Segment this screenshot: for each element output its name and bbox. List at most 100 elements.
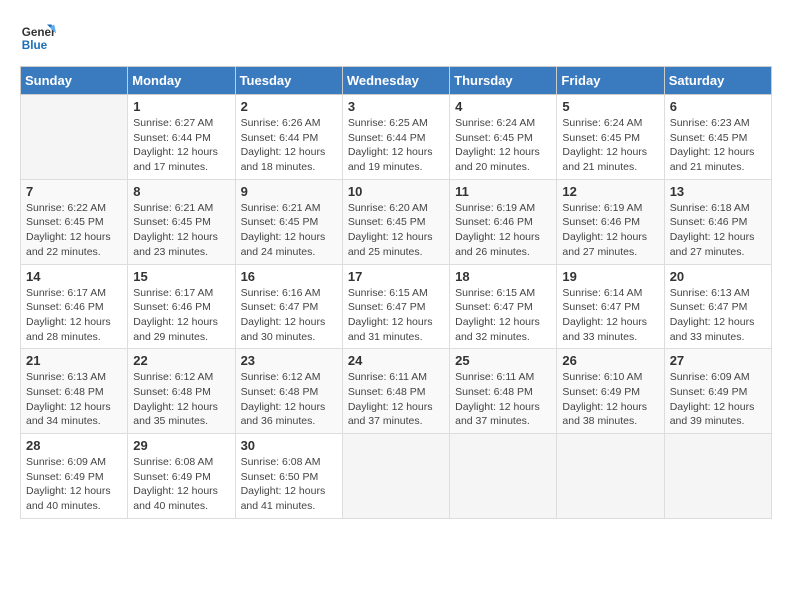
day-number: 2 [241, 99, 337, 114]
day-number: 3 [348, 99, 444, 114]
calendar-cell [664, 434, 771, 519]
weekday-header-row: SundayMondayTuesdayWednesdayThursdayFrid… [21, 67, 772, 95]
calendar-week-1: 1Sunrise: 6:27 AM Sunset: 6:44 PM Daylig… [21, 95, 772, 180]
day-number: 1 [133, 99, 229, 114]
day-number: 6 [670, 99, 766, 114]
day-number: 20 [670, 269, 766, 284]
calendar-cell: 22 Sunrise: 6:12 AM Sunset: 6:48 PM Dayli… [128, 349, 235, 434]
day-number: 17 [348, 269, 444, 284]
day-info: Sunrise: 6:17 AM Sunset: 6:46 PM Dayligh… [26, 286, 122, 345]
calendar-cell: 28 Sunrise: 6:09 AM Sunset: 6:49 PM Dayli… [21, 434, 128, 519]
calendar-cell: 15Sunrise: 6:17 AM Sunset: 6:46 PM Dayli… [128, 264, 235, 349]
day-info: Sunrise: 6:15 AM Sunset: 6:47 PM Dayligh… [348, 286, 444, 345]
day-info: Sunrise: 6:09 AM Sunset: 6:49 PM Dayligh… [670, 370, 766, 429]
day-info: Sunrise: 6:13 AM Sunset: 6:47 PM Dayligh… [670, 286, 766, 345]
day-number: 4 [455, 99, 551, 114]
day-info: Sunrise: 6:08 AM Sunset: 6:50 PM Dayligh… [241, 455, 337, 514]
calendar-cell [342, 434, 449, 519]
calendar-week-4: 21Sunrise: 6:13 AM Sunset: 6:48 PM Dayli… [21, 349, 772, 434]
calendar-cell: 3 Sunrise: 6:25 AM Sunset: 6:44 PM Daylig… [342, 95, 449, 180]
svg-text:Blue: Blue [22, 39, 48, 52]
calendar-cell: 12 Sunrise: 6:19 AM Sunset: 6:46 PM Dayli… [557, 179, 664, 264]
calendar-week-5: 28 Sunrise: 6:09 AM Sunset: 6:49 PM Dayli… [21, 434, 772, 519]
day-info: Sunrise: 6:19 AM Sunset: 6:46 PM Dayligh… [562, 201, 658, 260]
day-info: Sunrise: 6:21 AM Sunset: 6:45 PM Dayligh… [241, 201, 337, 260]
day-info: Sunrise: 6:10 AM Sunset: 6:49 PM Dayligh… [562, 370, 658, 429]
day-number: 14 [26, 269, 122, 284]
day-number: 13 [670, 184, 766, 199]
day-info: Sunrise: 6:19 AM Sunset: 6:46 PM Dayligh… [455, 201, 551, 260]
day-info: Sunrise: 6:22 AM Sunset: 6:45 PM Dayligh… [26, 201, 122, 260]
day-info: Sunrise: 6:14 AM Sunset: 6:47 PM Dayligh… [562, 286, 658, 345]
day-number: 30 [241, 438, 337, 453]
day-number: 25 [455, 353, 551, 368]
day-info: Sunrise: 6:08 AM Sunset: 6:49 PM Dayligh… [133, 455, 229, 514]
day-number: 10 [348, 184, 444, 199]
calendar-cell: 30 Sunrise: 6:08 AM Sunset: 6:50 PM Dayli… [235, 434, 342, 519]
calendar-cell: 27 Sunrise: 6:09 AM Sunset: 6:49 PM Dayli… [664, 349, 771, 434]
calendar-cell: 4 Sunrise: 6:24 AM Sunset: 6:45 PM Daylig… [450, 95, 557, 180]
calendar-cell: 10 Sunrise: 6:20 AM Sunset: 6:45 PM Dayli… [342, 179, 449, 264]
day-info: Sunrise: 6:17 AM Sunset: 6:46 PM Dayligh… [133, 286, 229, 345]
calendar-cell: 11 Sunrise: 6:19 AM Sunset: 6:46 PM Dayli… [450, 179, 557, 264]
day-number: 7 [26, 184, 122, 199]
calendar-cell: 23 Sunrise: 6:12 AM Sunset: 6:48 PM Dayli… [235, 349, 342, 434]
day-number: 9 [241, 184, 337, 199]
weekday-header-thursday: Thursday [450, 67, 557, 95]
day-number: 28 [26, 438, 122, 453]
day-info: Sunrise: 6:09 AM Sunset: 6:49 PM Dayligh… [26, 455, 122, 514]
weekday-header-saturday: Saturday [664, 67, 771, 95]
day-number: 12 [562, 184, 658, 199]
calendar-cell: 20 Sunrise: 6:13 AM Sunset: 6:47 PM Dayli… [664, 264, 771, 349]
day-info: Sunrise: 6:20 AM Sunset: 6:45 PM Dayligh… [348, 201, 444, 260]
weekday-header-sunday: Sunday [21, 67, 128, 95]
day-info: Sunrise: 6:21 AM Sunset: 6:45 PM Dayligh… [133, 201, 229, 260]
calendar-cell: 9 Sunrise: 6:21 AM Sunset: 6:45 PM Daylig… [235, 179, 342, 264]
day-info: Sunrise: 6:12 AM Sunset: 6:48 PM Dayligh… [241, 370, 337, 429]
day-number: 27 [670, 353, 766, 368]
calendar-cell: 17 Sunrise: 6:15 AM Sunset: 6:47 PM Dayli… [342, 264, 449, 349]
day-info: Sunrise: 6:24 AM Sunset: 6:45 PM Dayligh… [455, 116, 551, 175]
day-number: 19 [562, 269, 658, 284]
calendar-cell: 6 Sunrise: 6:23 AM Sunset: 6:45 PM Daylig… [664, 95, 771, 180]
day-number: 23 [241, 353, 337, 368]
calendar-cell: 25Sunrise: 6:11 AM Sunset: 6:48 PM Dayli… [450, 349, 557, 434]
calendar-cell [450, 434, 557, 519]
day-number: 22 [133, 353, 229, 368]
day-number: 26 [562, 353, 658, 368]
day-info: Sunrise: 6:23 AM Sunset: 6:45 PM Dayligh… [670, 116, 766, 175]
day-number: 8 [133, 184, 229, 199]
day-info: Sunrise: 6:12 AM Sunset: 6:48 PM Dayligh… [133, 370, 229, 429]
weekday-header-monday: Monday [128, 67, 235, 95]
calendar-cell: 2 Sunrise: 6:26 AM Sunset: 6:44 PM Daylig… [235, 95, 342, 180]
calendar-cell: 26 Sunrise: 6:10 AM Sunset: 6:49 PM Dayli… [557, 349, 664, 434]
calendar-week-3: 14 Sunrise: 6:17 AM Sunset: 6:46 PM Dayli… [21, 264, 772, 349]
day-number: 11 [455, 184, 551, 199]
page-header: General Blue [20, 20, 772, 56]
calendar-cell: 5 Sunrise: 6:24 AM Sunset: 6:45 PM Daylig… [557, 95, 664, 180]
logo: General Blue [20, 20, 60, 56]
calendar-cell: 29Sunrise: 6:08 AM Sunset: 6:49 PM Dayli… [128, 434, 235, 519]
calendar-week-2: 7 Sunrise: 6:22 AM Sunset: 6:45 PM Daylig… [21, 179, 772, 264]
calendar-cell [557, 434, 664, 519]
calendar-cell: 21Sunrise: 6:13 AM Sunset: 6:48 PM Dayli… [21, 349, 128, 434]
calendar-cell: 16Sunrise: 6:16 AM Sunset: 6:47 PM Dayli… [235, 264, 342, 349]
day-info: Sunrise: 6:24 AM Sunset: 6:45 PM Dayligh… [562, 116, 658, 175]
calendar-table: SundayMondayTuesdayWednesdayThursdayFrid… [20, 66, 772, 519]
calendar-cell: 1Sunrise: 6:27 AM Sunset: 6:44 PM Daylig… [128, 95, 235, 180]
day-number: 5 [562, 99, 658, 114]
day-info: Sunrise: 6:11 AM Sunset: 6:48 PM Dayligh… [348, 370, 444, 429]
day-info: Sunrise: 6:26 AM Sunset: 6:44 PM Dayligh… [241, 116, 337, 175]
day-info: Sunrise: 6:18 AM Sunset: 6:46 PM Dayligh… [670, 201, 766, 260]
calendar-cell: 19 Sunrise: 6:14 AM Sunset: 6:47 PM Dayli… [557, 264, 664, 349]
day-info: Sunrise: 6:15 AM Sunset: 6:47 PM Dayligh… [455, 286, 551, 345]
calendar-cell: 13 Sunrise: 6:18 AM Sunset: 6:46 PM Dayli… [664, 179, 771, 264]
logo-icon: General Blue [20, 20, 56, 56]
weekday-header-wednesday: Wednesday [342, 67, 449, 95]
calendar-cell: 24Sunrise: 6:11 AM Sunset: 6:48 PM Dayli… [342, 349, 449, 434]
calendar-cell: 18Sunrise: 6:15 AM Sunset: 6:47 PM Dayli… [450, 264, 557, 349]
weekday-header-tuesday: Tuesday [235, 67, 342, 95]
day-info: Sunrise: 6:25 AM Sunset: 6:44 PM Dayligh… [348, 116, 444, 175]
calendar-cell: 7 Sunrise: 6:22 AM Sunset: 6:45 PM Daylig… [21, 179, 128, 264]
day-info: Sunrise: 6:13 AM Sunset: 6:48 PM Dayligh… [26, 370, 122, 429]
